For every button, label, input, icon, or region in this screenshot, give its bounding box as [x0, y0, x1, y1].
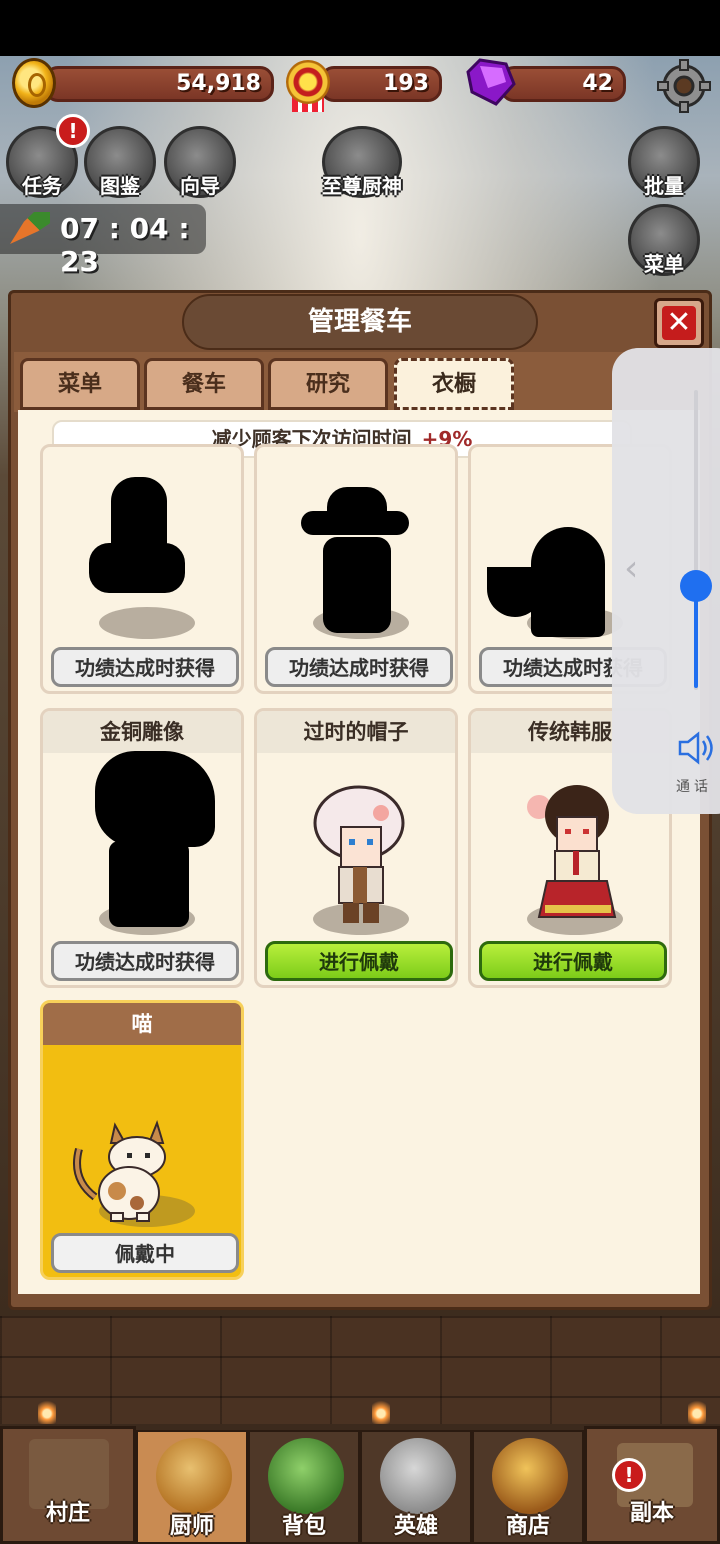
alert-badge: ! — [56, 114, 90, 148]
unlock-condition-button[interactable]: 功绩达成时获得 — [265, 647, 453, 687]
nav-shop-label: 商店 — [505, 1514, 550, 1539]
locked-silhouette — [111, 477, 167, 553]
guide-label: 向导 — [180, 174, 220, 198]
costume-card-locked[interactable]: 功绩达成时获得 — [254, 444, 458, 694]
volume-caption: 通话 — [676, 779, 712, 795]
guide-button[interactable]: 向导 — [164, 126, 236, 198]
roast-chicken-icon — [156, 1438, 232, 1514]
gem-amount: 42 — [582, 71, 613, 96]
nav-dungeon-label: 副本 — [629, 1501, 674, 1526]
gold-counter: 54,918 — [44, 66, 274, 102]
costume-title: 过时的帽子 — [257, 711, 455, 753]
equipped-status-button[interactable]: 佩戴中 — [51, 1233, 239, 1273]
unlock-condition-button[interactable]: 功绩达成时获得 — [51, 647, 239, 687]
nav-shop[interactable]: 商店 — [472, 1430, 584, 1544]
tab-research[interactable]: 研究 — [268, 358, 388, 410]
quest-label: 任务 — [22, 174, 62, 198]
costume-card-cat[interactable]: 喵 佩戴中 — [40, 1000, 244, 1280]
nav-chef-label: 厨师 — [169, 1514, 214, 1539]
settings-gear-icon[interactable] — [656, 58, 712, 114]
supreme-chef-label: 至尊厨神 — [322, 174, 402, 198]
costume-card-old-hat[interactable]: 过时的帽子 进行佩戴 — [254, 708, 458, 988]
locked-silhouette-body — [89, 543, 185, 593]
torch-icon — [688, 1398, 706, 1424]
batch-label: 批量 — [644, 174, 684, 198]
status-bar — [0, 0, 720, 56]
speaker-icon[interactable] — [676, 730, 716, 766]
alert-badge: ! — [612, 1458, 646, 1492]
costume-title: 喵 — [43, 1003, 241, 1045]
medal-icon — [282, 58, 334, 114]
equip-button[interactable]: 进行佩戴 — [265, 941, 453, 981]
costume-card-locked[interactable]: 功绩达成时获得 — [40, 444, 244, 694]
nav-heroes-label: 英雄 — [393, 1514, 438, 1539]
costume-title: 金铜雕像 — [43, 711, 241, 753]
locked-silhouette — [95, 751, 215, 847]
volume-slider-knob[interactable] — [680, 570, 712, 602]
torch-icon — [38, 1398, 56, 1424]
nav-village-label: 村庄 — [45, 1501, 90, 1526]
panel-title: 管理餐车 — [182, 294, 538, 350]
menu-button[interactable]: 菜单 — [628, 204, 700, 276]
cat-sprite — [73, 1119, 166, 1222]
chevron-left-icon[interactable]: ‹ — [624, 548, 638, 589]
nav-dungeon[interactable]: 副本 — [584, 1426, 720, 1544]
batch-button[interactable]: 批量 — [628, 126, 700, 198]
chef-hanbok-sprite — [527, 785, 617, 918]
costume-card-bronze-statue[interactable]: 金铜雕像 功绩达成时获得 — [40, 708, 244, 988]
nav-heroes[interactable]: 英雄 — [360, 1430, 472, 1544]
nav-bag[interactable]: 背包 — [248, 1430, 360, 1544]
backpack-icon — [268, 1438, 344, 1514]
timer-text: 07 : 04 : 23 — [60, 212, 190, 278]
event-timer: 07 : 04 : 23 — [0, 204, 206, 278]
close-icon: ✕ — [662, 306, 696, 340]
torch-icon — [372, 1398, 390, 1424]
carrot-icon — [10, 212, 50, 244]
treasure-chest-icon — [492, 1438, 568, 1514]
medal-amount: 193 — [383, 71, 429, 96]
codex-button[interactable]: 图鉴 — [84, 126, 156, 198]
gold-coin-icon — [12, 58, 56, 108]
locked-silhouette-hat — [327, 487, 387, 535]
tab-menu[interactable]: 菜单 — [20, 358, 140, 410]
unlock-condition-button[interactable]: 功绩达成时获得 — [51, 941, 239, 981]
locked-silhouette-base — [109, 841, 189, 927]
nav-village[interactable]: 村庄 — [0, 1426, 136, 1544]
system-volume-panel: ‹ 通话 — [612, 348, 720, 814]
equip-button[interactable]: 进行佩戴 — [479, 941, 667, 981]
tab-wardrobe[interactable]: 衣橱 — [394, 358, 514, 410]
supreme-chef-button[interactable]: 至尊厨神 — [322, 126, 402, 198]
tab-truck[interactable]: 餐车 — [144, 358, 264, 410]
nav-chef[interactable]: 厨师 — [136, 1430, 248, 1544]
gold-amount: 54,918 — [176, 71, 261, 96]
restaurant-floor — [0, 1316, 720, 1428]
nav-bag-label: 背包 — [281, 1514, 326, 1539]
locked-silhouette-body — [323, 537, 391, 633]
purple-gem-icon — [466, 58, 516, 106]
helmet-icon — [380, 1438, 456, 1514]
chef-old-hat-sprite — [313, 785, 405, 923]
menu-label: 菜单 — [644, 252, 684, 276]
medal-counter: 193 — [320, 66, 442, 102]
codex-label: 图鉴 — [100, 174, 140, 198]
close-button[interactable]: ✕ — [654, 298, 704, 348]
gem-counter: 42 — [500, 66, 626, 102]
